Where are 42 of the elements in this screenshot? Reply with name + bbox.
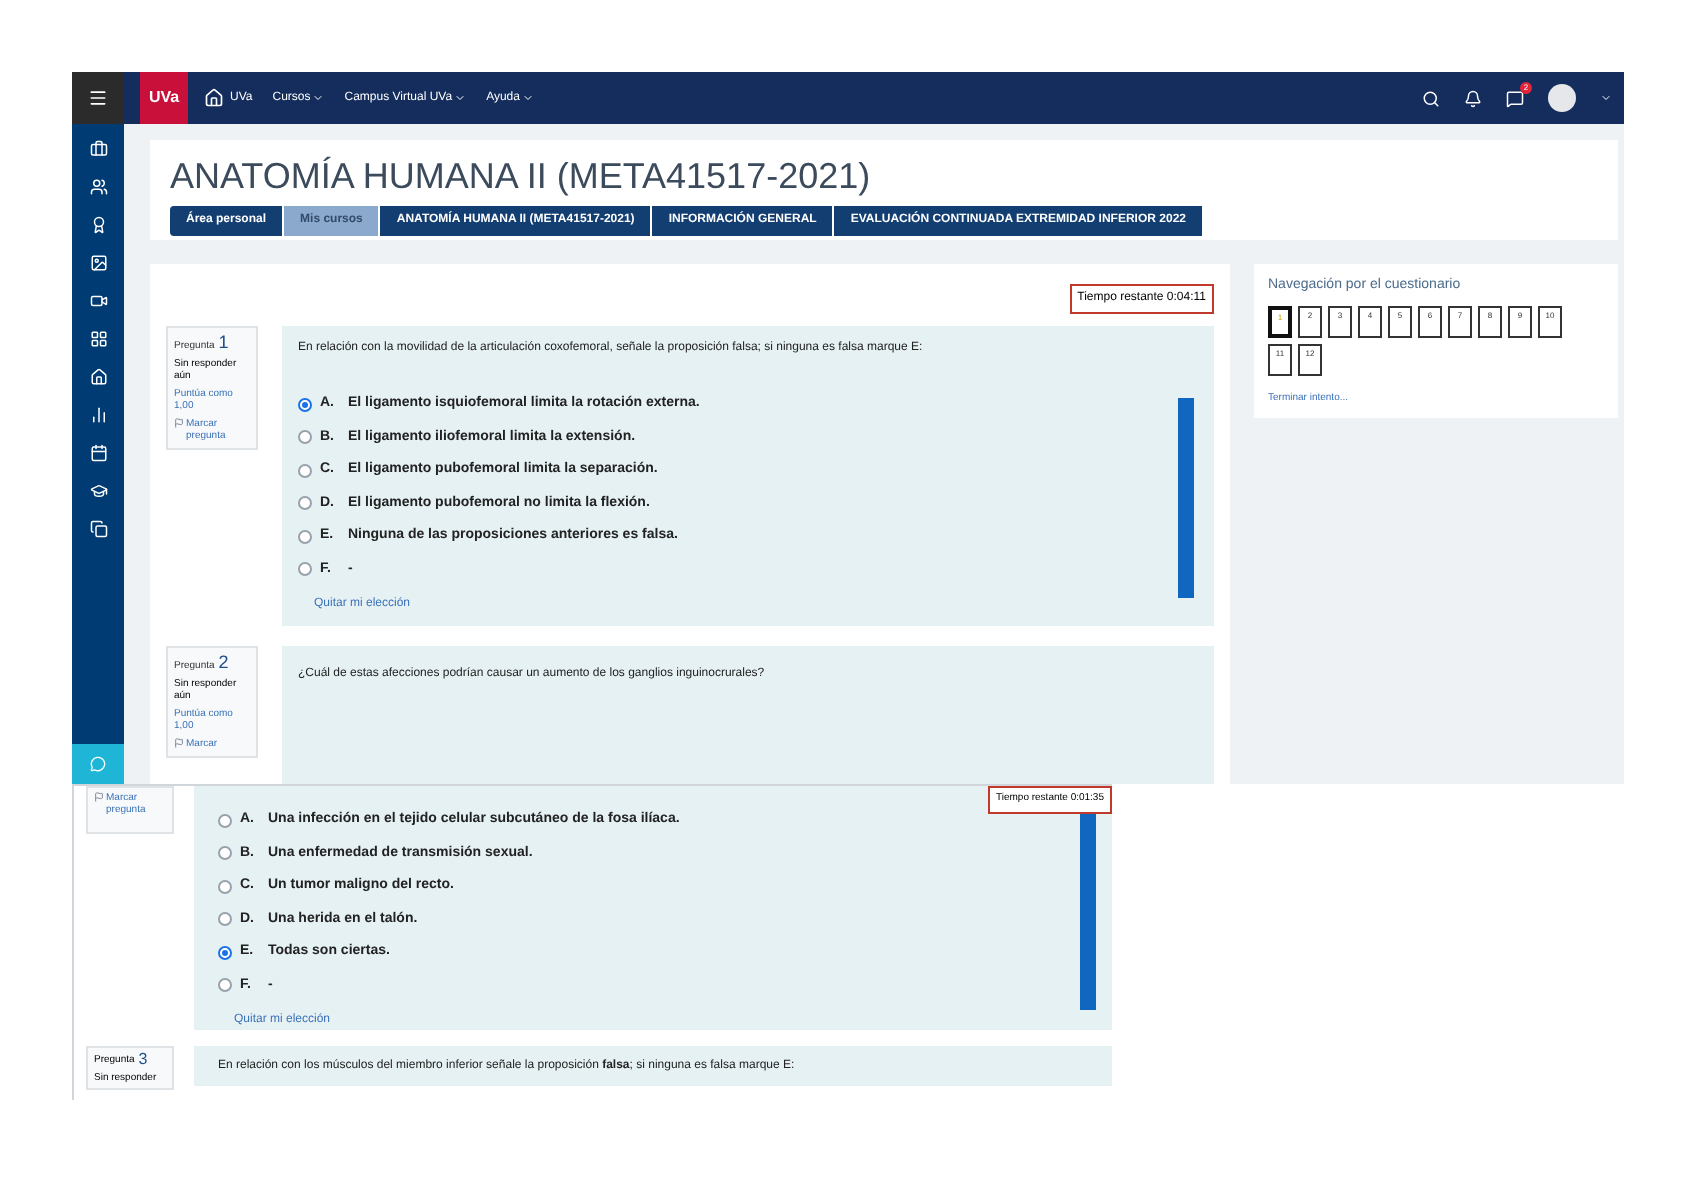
chart-icon[interactable] xyxy=(89,406,107,424)
radio-button[interactable] xyxy=(298,562,312,577)
question-number: 3 xyxy=(138,1052,148,1068)
video-icon[interactable] xyxy=(89,292,107,310)
graduation-cap-icon[interactable] xyxy=(89,482,107,500)
radio-button[interactable] xyxy=(218,978,232,993)
menu-icon[interactable] xyxy=(88,88,108,108)
radio-button[interactable] xyxy=(298,397,312,412)
calendar-icon[interactable] xyxy=(89,444,107,462)
caret-icon xyxy=(312,92,325,104)
radio-button[interactable] xyxy=(218,846,232,861)
radio-button[interactable] xyxy=(298,496,312,511)
grid-icon[interactable] xyxy=(89,330,107,348)
flag-icon xyxy=(94,792,104,802)
bell-icon[interactable] xyxy=(1464,89,1482,107)
question-number: 1 xyxy=(218,334,229,352)
search-icon[interactable] xyxy=(1422,89,1440,107)
flag-icon xyxy=(174,418,184,428)
flag-icon xyxy=(174,738,184,748)
caret-icon[interactable] xyxy=(1600,92,1612,104)
house-icon[interactable] xyxy=(89,368,107,386)
radio-button[interactable] xyxy=(218,813,232,828)
radio-button[interactable] xyxy=(298,463,312,478)
radio-button[interactable] xyxy=(218,879,232,894)
radio-button[interactable] xyxy=(218,912,232,927)
radio-button[interactable] xyxy=(298,529,312,544)
avatar[interactable] xyxy=(1548,84,1576,112)
copy-icon[interactable] xyxy=(89,520,107,538)
caret-icon xyxy=(521,92,534,104)
question-number: 2 xyxy=(218,654,229,672)
logo[interactable]: UVa xyxy=(140,72,188,124)
caret-icon xyxy=(454,92,467,104)
briefcase-icon[interactable] xyxy=(89,140,107,158)
home-icon[interactable] xyxy=(204,88,224,108)
radio-button[interactable] xyxy=(298,430,312,445)
course-title: ANATOMÍA HUMANA II (META41517-2021) xyxy=(170,156,873,196)
message-icon[interactable] xyxy=(1506,89,1524,107)
radio-button[interactable] xyxy=(218,945,232,960)
image-icon[interactable] xyxy=(89,254,107,272)
award-icon[interactable] xyxy=(89,216,107,234)
chat-icon xyxy=(90,756,106,772)
users-icon[interactable] xyxy=(89,178,107,196)
